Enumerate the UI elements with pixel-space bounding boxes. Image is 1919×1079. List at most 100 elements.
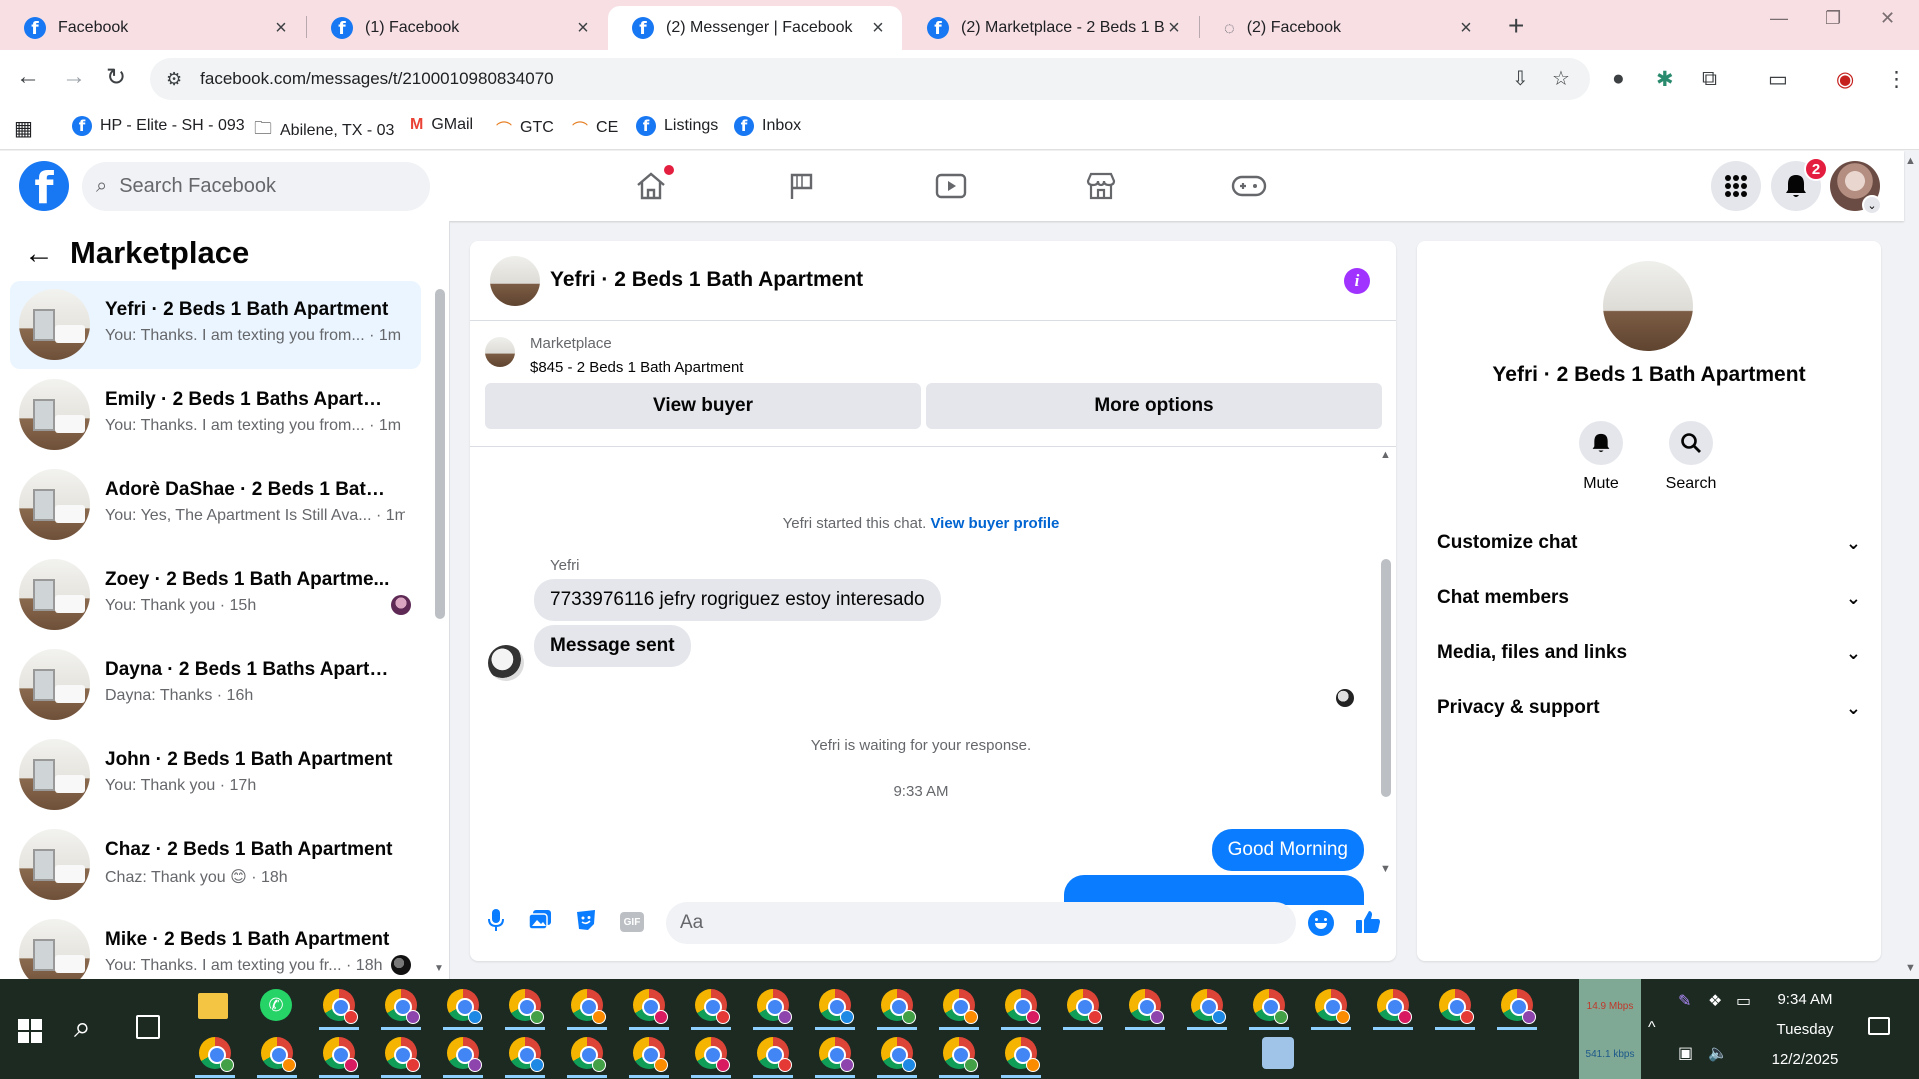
thread-scrollbar[interactable] [1381, 559, 1391, 797]
chrome-taskbar-icon[interactable] [447, 1037, 482, 1072]
chrome-taskbar-icon[interactable] [695, 989, 730, 1024]
chat-item-adore[interactable]: Adorè DaShae · 2 Beds 1 Baths A... You: … [10, 461, 421, 549]
bookmark-4[interactable]: ⌒ GTC [496, 116, 554, 140]
reload-icon[interactable]: ↻ [106, 63, 126, 92]
chrome-taskbar-icon[interactable] [1253, 989, 1288, 1024]
minimize-icon[interactable]: — [1770, 8, 1788, 29]
extension-icon[interactable]: ✱ [1656, 67, 1674, 92]
close-window-icon[interactable]: ✕ [1880, 8, 1895, 29]
bookmark-6[interactable]: f Listings [636, 116, 718, 136]
back-icon[interactable]: ← [16, 63, 40, 91]
conversation-avatar[interactable] [490, 256, 540, 306]
chat-item-emily[interactable]: Emily · 2 Beds 1 Baths Apartment You: Th… [10, 371, 421, 459]
browser-tab-2[interactable]: f (1) Facebook × [307, 6, 607, 50]
media-files-links-section[interactable]: Media, files and links ⌄ [1437, 633, 1861, 673]
chrome-taskbar-icon[interactable] [199, 1037, 234, 1072]
chrome-taskbar-icon[interactable] [1501, 989, 1536, 1024]
close-tab-icon[interactable]: × [573, 17, 593, 40]
close-tab-icon[interactable]: × [1164, 17, 1184, 40]
chrome-taskbar-icon[interactable] [633, 989, 668, 1024]
chrome-taskbar-icon[interactable] [1439, 989, 1474, 1024]
pen-icon[interactable]: ✎ [1678, 991, 1691, 1011]
cookie-extension-icon[interactable]: ● [1612, 67, 1625, 91]
address-bar[interactable]: ⚙ facebook.com/messages/t/21000109808340… [150, 58, 1590, 100]
action-center-icon[interactable] [1868, 1017, 1890, 1035]
restore-icon[interactable]: ❐ [1825, 8, 1841, 29]
nav-marketplace-icon[interactable] [1078, 165, 1124, 207]
forward-icon[interactable]: → [62, 63, 86, 91]
browser-tab-3-active[interactable]: f (2) Messenger | Facebook × [608, 6, 902, 50]
menu-grid-button[interactable] [1711, 161, 1761, 211]
tab-search-icon[interactable]: ▭ [1768, 67, 1788, 92]
chrome-taskbar-icon[interactable] [695, 1037, 730, 1072]
chrome-taskbar-icon[interactable] [323, 1037, 358, 1072]
view-buyer-profile-link[interactable]: View buyer profile [930, 515, 1059, 532]
nav-gaming-icon[interactable] [1226, 165, 1272, 207]
site-settings-icon[interactable]: ⚙ [166, 69, 182, 90]
dropbox-icon[interactable]: ❖ [1708, 991, 1722, 1011]
privacy-support-section[interactable]: Privacy & support ⌄ [1437, 688, 1861, 728]
bookmark-3[interactable]: M GMail [410, 116, 473, 134]
taskbar-search-icon[interactable]: ⌕ [74, 1011, 91, 1045]
mute-button[interactable]: Mute [1561, 421, 1641, 493]
facebook-search-input[interactable] [119, 175, 400, 198]
incoming-message[interactable]: 7733976116 jefry rogriguez estoy interes… [534, 579, 941, 621]
clock-day[interactable]: Tuesday [1760, 1021, 1850, 1038]
chrome-taskbar-icon[interactable] [943, 989, 978, 1024]
chrome-taskbar-icon[interactable] [1377, 989, 1412, 1024]
scroll-down-arrow-icon[interactable]: ▼ [1380, 863, 1391, 875]
browser-tab-5[interactable]: ◌ (2) Facebook × [1200, 6, 1490, 50]
scroll-up-arrow-icon[interactable]: ▲ [1380, 449, 1391, 461]
clock-time[interactable]: 9:34 AM [1760, 991, 1850, 1008]
chrome-taskbar-icon[interactable] [571, 1037, 606, 1072]
chat-item-john[interactable]: John · 2 Beds 1 Bath Apartment You: Than… [10, 731, 421, 819]
profile-icon[interactable]: ◉ [1836, 67, 1854, 92]
sticker-icon[interactable] [572, 906, 600, 934]
chrome-taskbar-icon[interactable] [385, 989, 420, 1024]
extensions-puzzle-icon[interactable]: ⧉ [1702, 67, 1717, 91]
chrome-taskbar-icon[interactable] [385, 1037, 420, 1072]
chrome-taskbar-icon[interactable] [819, 989, 854, 1024]
apps-grid-icon[interactable]: ▦ [14, 116, 33, 141]
facebook-search-box[interactable]: ⌕ [82, 162, 430, 211]
conversation-title[interactable]: Yefri · 2 Beds 1 Bath Apartment [550, 268, 863, 292]
chat-list-scrollbar[interactable] [435, 289, 445, 619]
chrome-taskbar-icon[interactable] [447, 989, 482, 1024]
chrome-taskbar-icon[interactable] [757, 989, 792, 1024]
customize-chat-section[interactable]: Customize chat ⌄ [1437, 523, 1861, 563]
new-tab-button[interactable]: + [1508, 10, 1524, 42]
file-explorer-icon[interactable] [198, 993, 228, 1019]
menu-dots-icon[interactable]: ⋮ [1886, 67, 1907, 92]
url-text[interactable]: facebook.com/messages/t/2100010980834070 [200, 69, 553, 89]
chrome-taskbar-icon[interactable] [943, 1037, 978, 1072]
bookmark-star-icon[interactable]: ☆ [1552, 66, 1570, 91]
chrome-taskbar-icon[interactable] [1191, 989, 1226, 1024]
bookmark-5[interactable]: ⌒ CE [572, 116, 618, 140]
close-tab-icon[interactable]: × [1456, 17, 1476, 40]
chat-members-section[interactable]: Chat members ⌄ [1437, 578, 1861, 618]
clock-date[interactable]: 12/2/2025 [1760, 1051, 1850, 1068]
chrome-taskbar-icon[interactable] [757, 1037, 792, 1072]
close-tab-icon[interactable]: × [271, 17, 291, 40]
browser-tab-1[interactable]: f Facebook × [0, 6, 305, 50]
nav-pages-flag-icon[interactable] [778, 165, 824, 207]
notes-app-icon[interactable] [1262, 1037, 1294, 1069]
chrome-taskbar-icon[interactable] [633, 1037, 668, 1072]
chat-item-mike[interactable]: Mike · 2 Beds 1 Bath Apartment You: Than… [10, 911, 421, 979]
thumbs-up-icon[interactable] [1354, 908, 1382, 936]
install-app-icon[interactable]: ⇩ [1512, 66, 1529, 91]
more-options-button[interactable]: More options [926, 383, 1382, 429]
whatsapp-icon[interactable]: ✆ [260, 989, 292, 1021]
chrome-taskbar-icon[interactable] [1067, 989, 1102, 1024]
bookmark-2[interactable]: 🗀 Abilene, TX - 03 [254, 116, 394, 146]
chrome-taskbar-icon[interactable] [1315, 989, 1350, 1024]
chrome-taskbar-icon[interactable] [261, 1037, 296, 1072]
emoji-icon[interactable] [1308, 910, 1334, 936]
photo-icon[interactable] [526, 906, 554, 934]
chrome-taskbar-icon[interactable] [509, 1037, 544, 1072]
close-tab-icon[interactable]: × [868, 17, 888, 40]
task-view-icon[interactable] [136, 1015, 160, 1039]
chrome-taskbar-icon[interactable] [323, 989, 358, 1024]
windows-start-icon[interactable] [18, 1019, 42, 1043]
chrome-taskbar-icon[interactable] [509, 989, 544, 1024]
